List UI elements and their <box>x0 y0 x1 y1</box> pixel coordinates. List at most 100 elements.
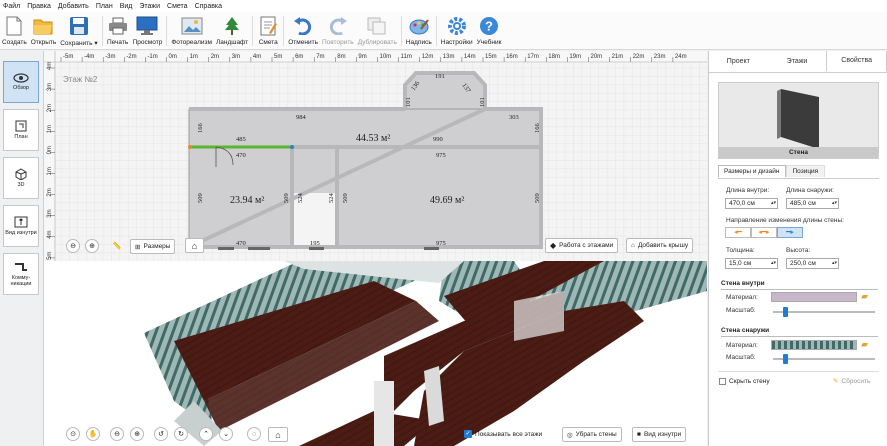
undo-button[interactable]: Отменить <box>288 12 318 50</box>
photorealism-button[interactable]: Фотореализм <box>171 12 212 50</box>
wall-preview-image <box>777 89 819 149</box>
tutorial-button[interactable]: ? Учебник <box>477 12 501 50</box>
communications-mode-button[interactable]: Комму-никации <box>3 253 39 295</box>
direction-right-button[interactable]: ━▸ <box>777 227 803 238</box>
3d-view[interactable] <box>44 261 707 446</box>
inner-length-label: Длина внутри: <box>726 187 770 194</box>
room-area-2: 44.53 м² <box>356 133 390 144</box>
home-view-button[interactable]: ⌂ <box>185 238 204 253</box>
plan-mode-button[interactable]: План <box>3 109 39 151</box>
cube-icon <box>15 168 27 180</box>
settings-button[interactable]: Настройки <box>441 12 473 50</box>
show-all-floors-toggle[interactable]: ✓ Показывать все этажи <box>464 430 542 438</box>
zoom-out-button[interactable]: ⊖ <box>66 239 80 253</box>
open-button[interactable]: Открыть <box>31 12 56 50</box>
floors-work-button[interactable]: ◆ Работа с этажами <box>545 238 619 253</box>
printer-icon <box>107 15 129 37</box>
zoom-out-icon: ⊖ <box>70 243 76 250</box>
light-button[interactable]: ◌ <box>247 427 261 441</box>
inside-material-folder-button[interactable]: ▰ <box>861 291 868 302</box>
menu-help[interactable]: Справка <box>195 3 222 10</box>
dimensions-button[interactable]: ⊞ Размеры <box>130 239 176 254</box>
save-button[interactable]: Сохранить ▾ <box>60 12 98 50</box>
reset-button[interactable]: ✎ Сбросить <box>833 377 870 386</box>
inside-scale-slider-handle[interactable] <box>783 307 788 317</box>
outer-length-input[interactable]: 485,0 см ▴▾ <box>786 198 839 209</box>
inside-scale-slider[interactable] <box>773 311 875 313</box>
estimate-button[interactable]: Смета <box>257 12 279 50</box>
dim-101-left: 101 <box>405 97 412 107</box>
add-roof-button[interactable]: ⌂ Добавить крышу <box>626 238 694 253</box>
3d-mode-label: 3D <box>17 182 25 188</box>
dim-509-a: 509 <box>197 193 204 203</box>
outside-material-swatch[interactable] <box>771 340 857 350</box>
tilt-down-button[interactable]: ⌄ <box>219 427 233 441</box>
inside-view-button[interactable]: ■ Вид изнутри <box>632 427 687 442</box>
ruler-label: 23m <box>654 54 666 60</box>
text-label-button[interactable]: Надпись <box>406 12 432 50</box>
ruler-label: -2m <box>126 54 136 60</box>
overview-mode-button[interactable]: Обзор <box>3 61 39 103</box>
print-button[interactable]: Печать <box>107 12 129 50</box>
direction-both-button[interactable]: ◂━▸ <box>751 227 777 238</box>
ruler-label: 21m <box>612 54 624 60</box>
height-input[interactable]: 250,0 см ▴▾ <box>786 258 839 269</box>
remove-walls-button[interactable]: ◎ Убрать стены <box>562 427 622 442</box>
hide-wall-checkbox[interactable]: Скрыть стену <box>719 378 770 385</box>
ruler-label: 2m <box>211 54 219 60</box>
menu-view[interactable]: Вид <box>120 3 133 10</box>
dim-509-b: 509 <box>283 193 290 203</box>
ruler-label: 5m <box>47 252 53 260</box>
outside-material-folder-button[interactable]: ▰ <box>861 339 868 350</box>
walls-icon: ◎ <box>567 431 573 439</box>
zoom-out-3d-button[interactable]: ⊖ <box>110 427 124 441</box>
menu-add[interactable]: Добавить <box>58 3 89 10</box>
inside-view-mode-button[interactable]: Вид изнутри <box>3 205 39 247</box>
orbit-button[interactable]: ⊙ <box>66 427 80 441</box>
home-3d-button[interactable]: ⌂ <box>268 427 288 442</box>
redo-button[interactable]: Повторить <box>322 12 354 50</box>
brush-icon: ✎ <box>833 378 839 385</box>
direction-left-button[interactable]: ◂━ <box>725 227 751 238</box>
duplicate-label: Дублировать <box>357 39 397 46</box>
tab-project[interactable]: Проект <box>709 51 768 72</box>
create-label: Создать <box>2 39 27 46</box>
floor-plan-view[interactable]: -5m -4m -3m -2m -1m 0m 1m 2m 3m 4m 5m 6m 7m 8m 9m 10m 11… <box>44 51 707 261</box>
menu-floors[interactable]: Этажи <box>139 3 160 10</box>
checkbox-checked-icon: ✓ <box>464 430 472 438</box>
landscape-button[interactable]: Ландшафт <box>216 12 248 50</box>
room-area-3: 49.69 м² <box>430 195 464 206</box>
outside-scale-slider[interactable] <box>773 358 875 360</box>
menu-edit[interactable]: Правка <box>27 3 51 10</box>
rotate-right-button[interactable]: ↻ <box>174 427 188 441</box>
tilt-up-button[interactable]: ⌃ <box>199 427 213 441</box>
subtab-size-design[interactable]: Размеры и дизайн <box>718 165 786 177</box>
create-button[interactable]: Создать <box>2 12 27 50</box>
duplicate-button[interactable]: Дублировать <box>358 12 397 50</box>
menu-file[interactable]: Файл <box>3 3 20 10</box>
lightbulb-icon: ◌ <box>251 430 257 438</box>
menu-plan[interactable]: План <box>96 3 113 10</box>
ruler-button[interactable]: 📏 <box>110 239 124 253</box>
menu-estimate[interactable]: Смета <box>167 3 188 10</box>
zoom-in-button[interactable]: ⊕ <box>85 239 99 253</box>
redo-label: Повторить <box>321 39 354 46</box>
3d-mode-button[interactable]: 3D <box>3 157 39 199</box>
zoom-in-3d-button[interactable]: ⊕ <box>130 427 144 441</box>
inner-length-input[interactable]: 470,0 см ▴▾ <box>725 198 778 209</box>
tab-properties[interactable]: Свойства <box>826 51 887 72</box>
inside-material-swatch[interactable] <box>771 292 857 302</box>
preview-button[interactable]: Просмотр <box>133 12 162 50</box>
toolbar-separator <box>101 16 103 46</box>
outside-scale-slider-handle[interactable] <box>783 354 788 364</box>
floors-work-label: Работа с этажами <box>559 242 614 249</box>
ruler-label: 15m <box>485 54 497 60</box>
ruler-label: 19m <box>569 54 581 60</box>
tab-floors[interactable]: Этажи <box>768 51 827 72</box>
rotate-left-button[interactable]: ↺ <box>154 427 168 441</box>
pan-button[interactable]: ✋ <box>86 427 100 441</box>
properties-panel: Проект Этажи Свойства Стена Размеры и ди… <box>708 51 887 446</box>
thickness-input[interactable]: 15,0 см ▴▾ <box>725 258 778 269</box>
3d-toolbar: ⊙ ✋ ⊖ ⊕ ↺ ↻ ⌃ ⌄ ◌ ⌂ ✓ Показывать все эта… <box>44 424 707 446</box>
subtab-position[interactable]: Позиция <box>785 165 826 177</box>
